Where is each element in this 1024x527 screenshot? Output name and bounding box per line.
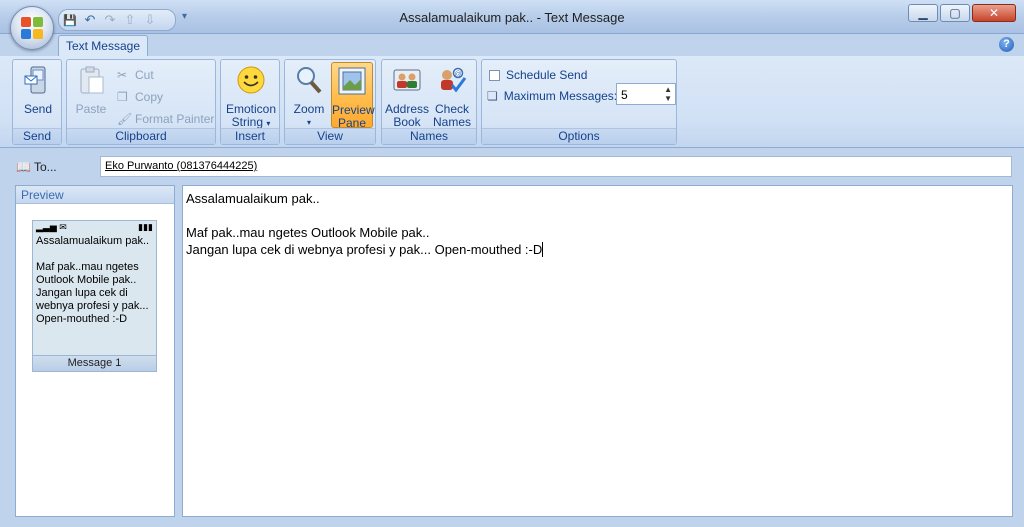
- preview-header: Preview: [16, 186, 174, 204]
- maximum-messages-value[interactable]: 5: [621, 88, 628, 102]
- magnifier-icon: [297, 67, 322, 94]
- paste-button[interactable]: Paste: [71, 64, 111, 116]
- schedule-send-option[interactable]: Schedule Send: [489, 68, 587, 82]
- copy-icon: ❐: [117, 90, 128, 104]
- ribbon: Send Send Paste ✂ Cut ❐ Copy 🖌 Format Pa…: [0, 56, 1024, 148]
- compose-area: 📖 To... Eko Purwanto (081376444225) Prev…: [0, 148, 1024, 527]
- maximum-messages-spinner[interactable]: 5 ▲ ▼: [616, 83, 676, 105]
- emoticon-string-button[interactable]: Emoticon String ▾: [223, 64, 279, 130]
- check-names-button[interactable]: @ Check Names: [430, 64, 474, 129]
- zoom-button[interactable]: Zoom ▾: [289, 64, 329, 129]
- messages-stack-icon: ❏: [487, 89, 498, 103]
- office-logo-icon: [21, 17, 43, 39]
- office-button[interactable]: [10, 6, 54, 50]
- view-group-label: View: [285, 128, 375, 144]
- check-names-icon: @: [441, 67, 467, 93]
- smiley-icon: [237, 66, 265, 94]
- phone-message-text: Assalamualaikum pak.. Maf pak..mau ngete…: [36, 235, 150, 325]
- paste-clipboard-icon: [80, 66, 104, 94]
- ribbon-tab-row: Text Message ?: [0, 34, 1024, 57]
- send-phone-icon: [24, 66, 46, 94]
- send-group: Send Send: [12, 59, 62, 145]
- tab-text-message[interactable]: Text Message: [58, 35, 148, 57]
- phone-status-bar: ▂▃▅ ✉ ▮▮▮: [33, 221, 156, 233]
- recipient-name[interactable]: Eko Purwanto (081376444225): [105, 160, 257, 172]
- maximum-messages-option: ❏ Maximum Messages:: [487, 89, 618, 103]
- address-book-button[interactable]: Address Book: [384, 64, 430, 129]
- close-button[interactable]: ✕: [972, 4, 1016, 22]
- text-caret: [542, 242, 544, 257]
- scissors-icon: ✂: [117, 68, 128, 82]
- spinner-arrows-icon[interactable]: ▲ ▼: [664, 85, 672, 103]
- svg-text:@: @: [454, 71, 461, 78]
- to-field[interactable]: Eko Purwanto (081376444225): [100, 156, 1012, 177]
- preview-pane: Preview ▂▃▅ ✉ ▮▮▮ Assalamualaikum pak.. …: [15, 185, 175, 517]
- minimize-button[interactable]: ▁: [908, 4, 938, 22]
- address-book-small-icon: 📖: [16, 160, 31, 174]
- to-button[interactable]: 📖 To...: [16, 158, 57, 176]
- send-button[interactable]: Send: [19, 64, 57, 116]
- battery-icon: ▮▮▮: [138, 222, 153, 232]
- cut-button[interactable]: ✂ Cut: [117, 68, 154, 82]
- emoticon-dropdown-icon: ▾: [266, 119, 271, 128]
- insert-group: Emoticon String ▾ Insert: [220, 59, 280, 145]
- phone-preview: ▂▃▅ ✉ ▮▮▮ Assalamualaikum pak.. Maf pak.…: [32, 220, 157, 372]
- names-group-label: Names: [382, 128, 476, 144]
- to-row: 📖 To... Eko Purwanto (081376444225): [12, 156, 1012, 178]
- preview-pane-icon: [338, 67, 366, 95]
- schedule-send-checkbox[interactable]: [489, 69, 500, 81]
- send-group-label: Send: [13, 128, 61, 144]
- help-icon[interactable]: ?: [999, 37, 1014, 52]
- insert-group-label: Insert: [221, 128, 279, 144]
- options-group-label: Options: [482, 128, 676, 144]
- preview-pane-button[interactable]: Preview Pane: [331, 62, 375, 130]
- clipboard-group: Paste ✂ Cut ❐ Copy 🖌 Format Painter Clip…: [66, 59, 216, 145]
- signal-envelope-icon: ▂▃▅ ✉: [36, 222, 67, 232]
- copy-button[interactable]: ❐ Copy: [117, 90, 163, 104]
- paintbrush-icon: 🖌: [117, 112, 133, 126]
- message-body-text[interactable]: Assalamualaikum pak.. Maf pak..mau ngete…: [186, 191, 542, 257]
- names-group: Address Book @ Check Names Names: [381, 59, 477, 145]
- address-book-icon: [393, 69, 421, 91]
- window-title: Assalamualaikum pak.. - Text Message: [399, 10, 625, 25]
- maximize-button[interactable]: ▢: [940, 4, 970, 22]
- message-count-label: Message 1: [33, 355, 156, 371]
- format-painter-button[interactable]: 🖌 Format Painter: [117, 112, 214, 126]
- view-group: Zoom ▾ Preview Pane View: [284, 59, 376, 145]
- options-group: Schedule Send ❏ Maximum Messages: 5 ▲ ▼ O…: [481, 59, 677, 145]
- message-body[interactable]: Assalamualaikum pak.. Maf pak..mau ngete…: [182, 185, 1013, 517]
- clipboard-group-label: Clipboard: [67, 128, 215, 144]
- title-bar: 💾 ↶ ↷ ⇧ ⇩ ▾ Assalamualaikum pak.. - Text…: [0, 0, 1024, 34]
